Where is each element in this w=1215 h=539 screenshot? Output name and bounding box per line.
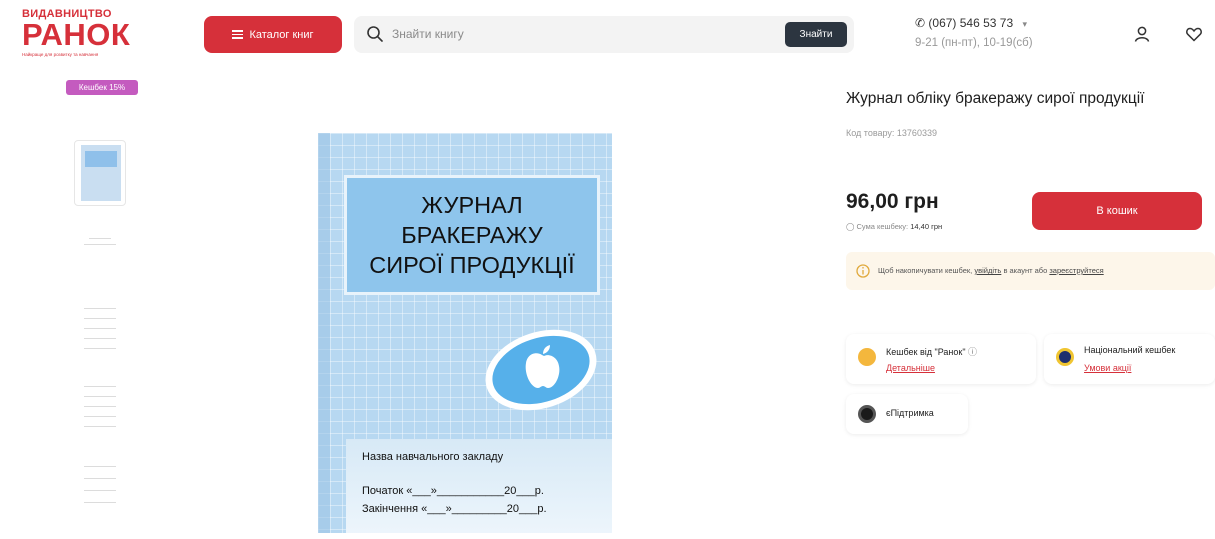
logo-sub-text: Найкраще для розвитку та навчання bbox=[22, 52, 99, 57]
benefit-card-esupport[interactable]: єПідтримка bbox=[846, 394, 968, 434]
cover-title-line: ЖУРНАЛ bbox=[421, 192, 523, 218]
ranok-logo[interactable]: ВИДАВНИЦТВО РАНОК Найкраще для розвитку … bbox=[22, 8, 152, 64]
esupport-icon bbox=[858, 405, 876, 423]
cover-title-line: БРАКЕРАЖУ bbox=[401, 222, 543, 248]
add-to-cart-button[interactable]: В кошик bbox=[1032, 192, 1202, 230]
benefit-title: Кешбек від "Ранок" ⓘ bbox=[886, 347, 978, 357]
book-cover-image[interactable]: ЖУРНАЛ БРАКЕРАЖУ СИРОЇ ПРОДУКЦІЇ Назва н… bbox=[318, 133, 612, 533]
product-price: 96,00 грн bbox=[846, 190, 939, 213]
phone-icon: ✆ bbox=[915, 16, 926, 30]
notice-middle: в акаунт або bbox=[1003, 266, 1048, 275]
cashback-amount: ◯ Сума кешбеку: 14,40 грн bbox=[846, 222, 942, 231]
menu-icon bbox=[232, 28, 244, 41]
benefit-card-ranok-cashback[interactable]: Кешбек від "Ранок" ⓘ Детальніше bbox=[846, 334, 1036, 384]
catalog-button[interactable]: Каталог книг bbox=[204, 16, 342, 53]
coin-icon: ◯ bbox=[846, 222, 855, 231]
benefit-title: Національний кешбек bbox=[1084, 345, 1176, 355]
notice-prefix: Щоб накопичувати кешбек, bbox=[878, 266, 973, 275]
cashback-badge: Кешбек 15% bbox=[66, 80, 138, 95]
gallery-thumbnail[interactable] bbox=[74, 140, 126, 206]
cashback-notice: Щоб накопичувати кешбек, увійдіть в акау… bbox=[846, 252, 1215, 290]
cover-end-line: Закінчення «___»_________20___р. bbox=[362, 503, 547, 515]
cover-bottom-panel: Назва навчального закладу Початок «___»_… bbox=[346, 439, 612, 533]
user-icon[interactable] bbox=[1130, 22, 1154, 46]
national-cashback-icon bbox=[1056, 348, 1074, 366]
working-hours: 9-21 (пн-пт), 10-19(сб) bbox=[915, 37, 1033, 49]
search-bar: Знайти bbox=[354, 16, 854, 53]
logo-main-text: РАНОК bbox=[22, 17, 131, 52]
benefit-title: єПідтримка bbox=[886, 408, 934, 418]
gallery-thumbnail[interactable] bbox=[74, 452, 126, 518]
search-icon bbox=[367, 26, 383, 42]
thumbnail-cover-image bbox=[81, 145, 121, 201]
login-link[interactable]: увійдіть bbox=[974, 266, 1001, 275]
register-link[interactable]: зареєструйтеся bbox=[1049, 266, 1103, 275]
gallery-thumbnail[interactable] bbox=[74, 374, 126, 440]
search-input[interactable] bbox=[392, 25, 772, 43]
cover-school-label: Назва навчального закладу bbox=[362, 451, 504, 463]
apple-icon bbox=[485, 329, 597, 411]
search-button[interactable]: Знайти bbox=[785, 22, 847, 47]
info-icon: ⓘ bbox=[968, 347, 978, 357]
chevron-down-icon: ▾ bbox=[1022, 19, 1028, 29]
benefit-link-details[interactable]: Детальніше bbox=[886, 363, 935, 373]
gallery-thumbnail[interactable] bbox=[74, 296, 126, 362]
cashback-coin-icon bbox=[858, 348, 876, 366]
phone-text: (067) 546 53 73 bbox=[928, 16, 1014, 30]
cover-stripe bbox=[318, 133, 330, 533]
benefit-card-national-cashback[interactable]: Національний кешбек Умови акції bbox=[1044, 334, 1215, 384]
cover-title-box: ЖУРНАЛ БРАКЕРАЖУ СИРОЇ ПРОДУКЦІЇ bbox=[344, 175, 600, 295]
cover-start-line: Початок «___»___________20___р. bbox=[362, 485, 544, 497]
benefit-link-terms[interactable]: Умови акції bbox=[1084, 363, 1131, 373]
phone-number[interactable]: ✆ (067) 546 53 73 ▾ bbox=[915, 16, 1027, 30]
product-title: Журнал обліку бракеражу сирої продукції bbox=[846, 90, 1145, 107]
site-header: ВИДАВНИЦТВО РАНОК Найкраще для розвитку … bbox=[0, 0, 1215, 80]
heart-icon[interactable] bbox=[1182, 22, 1206, 46]
cashback-value: 14,40 грн bbox=[910, 222, 943, 231]
catalog-button-label: Каталог книг bbox=[249, 28, 314, 41]
cashback-label: Сума кешбеку: bbox=[856, 222, 909, 231]
cover-title-line: СИРОЇ ПРОДУКЦІЇ bbox=[369, 252, 575, 278]
product-code: Код товару: 13760339 bbox=[846, 128, 937, 138]
gallery-thumbnail[interactable] bbox=[74, 218, 126, 284]
info-icon bbox=[856, 264, 870, 278]
cashback-notice-text: Щоб накопичувати кешбек, увійдіть в акау… bbox=[878, 266, 1104, 275]
